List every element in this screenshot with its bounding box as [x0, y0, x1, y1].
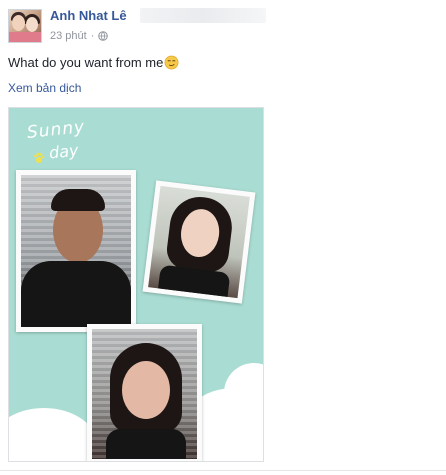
photo-frame-bottom	[87, 324, 202, 461]
photo-caption-day: day	[48, 140, 80, 163]
globe-icon[interactable]	[98, 31, 109, 41]
meta-separator: ·	[90, 30, 95, 42]
photo-caption-sunny: Sunny	[26, 117, 87, 143]
post-photo[interactable]: Sunny day	[8, 107, 264, 462]
post-meta: 23 phút ·	[50, 30, 109, 42]
portrait-photo	[92, 329, 197, 459]
post-time[interactable]: 23 phút	[50, 30, 87, 42]
portrait-photo	[148, 185, 250, 299]
see-translation-link[interactable]: Xem bản dịch	[8, 81, 81, 95]
post-text: What do you want from me	[8, 55, 179, 70]
smirk-emoji-icon	[164, 55, 179, 70]
author-name[interactable]: Anh Nhat Lê	[50, 8, 127, 23]
photo-frame-right	[142, 180, 256, 304]
portrait-photo	[21, 175, 131, 327]
blurred-name-extension	[140, 8, 266, 23]
divider	[0, 470, 446, 471]
author-avatar[interactable]	[8, 9, 42, 43]
photo-frame-left	[16, 170, 136, 332]
post-card: Anh Nhat Lê 23 phút · What do you want f…	[0, 0, 446, 475]
post-message: What do you want from me	[8, 55, 164, 70]
paw-icon	[34, 152, 45, 163]
